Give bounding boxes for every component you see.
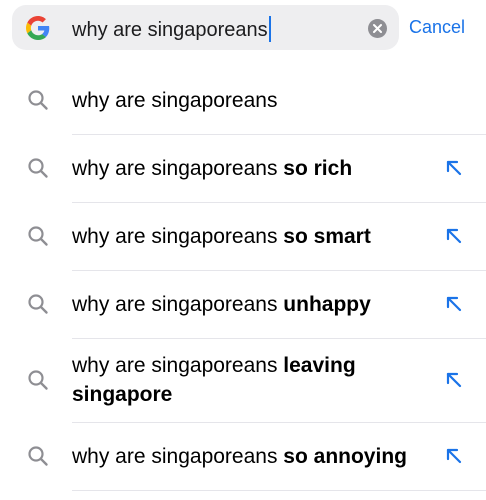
suggestion-completion: so rich [283, 156, 353, 180]
google-g-icon [26, 16, 50, 40]
suggestion-row[interactable]: why are singaporeans so smart [0, 203, 486, 271]
arrow-up-left-icon[interactable] [445, 447, 463, 465]
suggestion-prefix: why are singaporeans [72, 444, 284, 468]
suggestion-completion: unhappy [283, 292, 371, 316]
magnifier-icon [28, 446, 48, 466]
suggestion-text: why are singaporeans leaving singapore [72, 351, 432, 409]
arrow-up-left-icon[interactable] [445, 295, 463, 313]
suggestion-row[interactable]: why are singaporeans so rich [0, 135, 486, 203]
search-bar[interactable]: why are singaporeans [12, 5, 399, 50]
arrow-up-left-icon[interactable] [445, 159, 463, 177]
suggestion-row[interactable]: why are singaporeans so annoying [0, 423, 486, 491]
magnifier-icon [28, 90, 48, 110]
magnifier-icon [28, 294, 48, 314]
magnifier-icon [28, 226, 48, 246]
suggestion-completion: so smart [283, 224, 371, 248]
cancel-button[interactable]: Cancel [409, 16, 465, 38]
suggestion-text: why are singaporeans so rich [72, 154, 432, 183]
text-caret [268, 16, 271, 42]
suggestion-prefix: why are singaporeans [72, 156, 284, 180]
suggestion-text: why are singaporeans [72, 86, 432, 115]
suggestion-completion: so annoying [283, 444, 407, 468]
suggestion-row[interactable]: why are singaporeans unhappy [0, 271, 486, 339]
suggestion-prefix: why are singaporeans [72, 292, 284, 316]
search-input[interactable]: why are singaporeans [72, 16, 271, 42]
magnifier-icon [28, 370, 48, 390]
search-query-text: why are singaporeans [72, 19, 268, 41]
suggestion-row[interactable]: why are singaporeans [0, 67, 486, 135]
suggestion-text: why are singaporeans so smart [72, 222, 432, 251]
clear-button[interactable] [368, 19, 387, 38]
row-divider [72, 490, 486, 491]
clear-x-icon [373, 24, 382, 33]
arrow-up-left-icon[interactable] [445, 371, 463, 389]
suggestion-text: why are singaporeans so annoying [72, 442, 432, 471]
suggestion-prefix: why are singaporeans [72, 354, 284, 377]
magnifier-icon [28, 158, 48, 178]
suggestion-prefix: why are singaporeans [72, 224, 284, 248]
arrow-up-left-icon[interactable] [445, 227, 463, 245]
suggestion-text: why are singaporeans unhappy [72, 290, 432, 319]
suggestion-row[interactable]: why are singaporeans leaving singapore [0, 339, 486, 423]
suggestion-prefix: why are singaporeans [72, 88, 278, 112]
